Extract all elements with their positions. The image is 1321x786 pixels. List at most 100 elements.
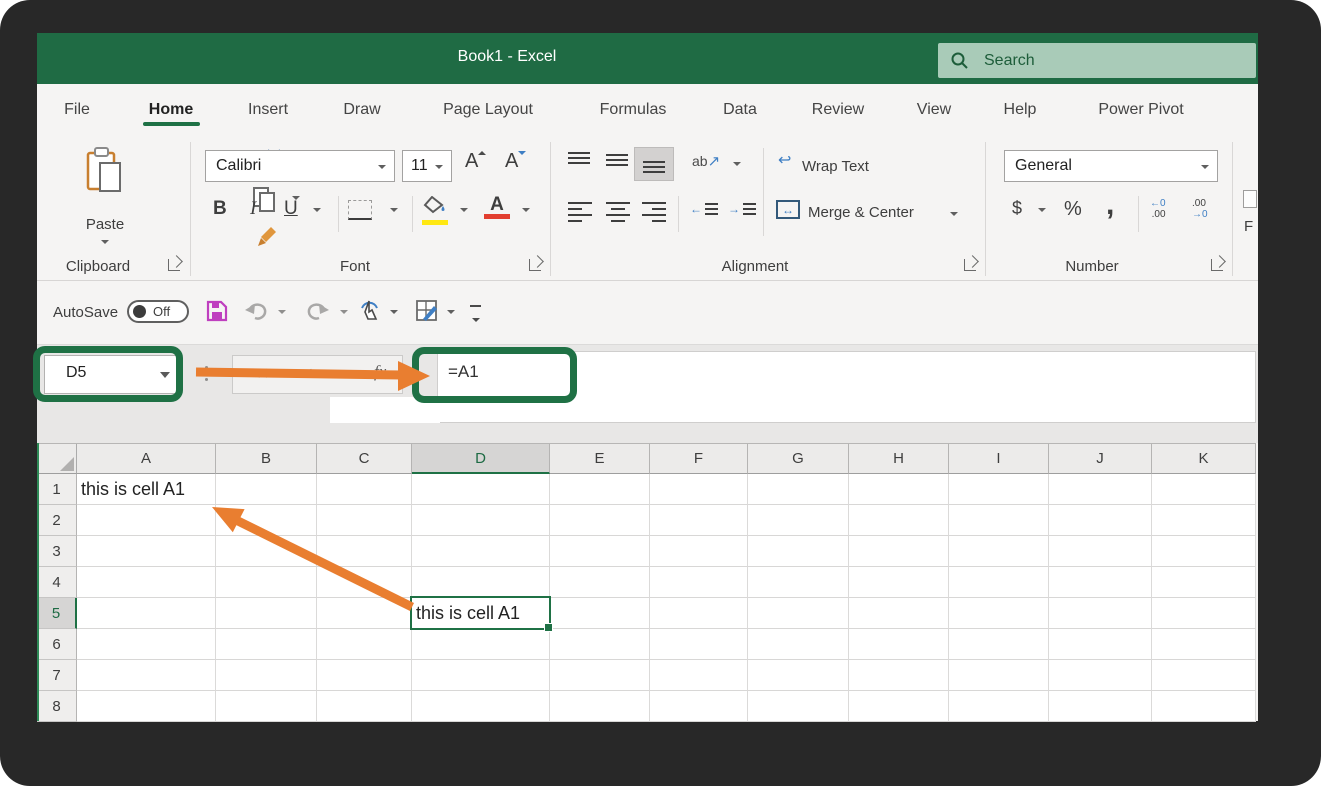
cell-D3[interactable] (412, 536, 550, 567)
cell-B2[interactable] (216, 505, 317, 536)
orientation-button[interactable]: ab↗ (692, 152, 720, 171)
font-size-combo[interactable]: 11 (402, 150, 452, 182)
cell-D8[interactable] (412, 691, 550, 722)
percent-button[interactable]: % (1064, 198, 1082, 221)
align-center-button[interactable] (606, 202, 630, 222)
cell-F6[interactable] (650, 629, 748, 660)
grow-font-button[interactable]: A (465, 150, 486, 173)
fill-color-button[interactable] (422, 196, 448, 225)
touch-mouse-mode-button[interactable] (358, 297, 382, 328)
cell-F3[interactable] (650, 536, 748, 567)
column-header-E[interactable]: E (550, 444, 650, 474)
cell-B3[interactable] (216, 536, 317, 567)
cell-H5[interactable] (849, 598, 949, 629)
draw-table-dropdown-icon[interactable] (447, 310, 455, 314)
tab-review[interactable]: Review (812, 101, 864, 119)
cell-B7[interactable] (216, 660, 317, 691)
cell-J6[interactable] (1049, 629, 1152, 660)
comma-style-button[interactable]: , (1106, 188, 1114, 222)
paste-dropdown-icon[interactable] (101, 240, 109, 244)
cell-C2[interactable] (317, 505, 412, 536)
cell-D6[interactable] (412, 629, 550, 660)
column-header-F[interactable]: F (650, 444, 748, 474)
tab-page-layout[interactable]: Page Layout (443, 101, 533, 119)
cell-H2[interactable] (849, 505, 949, 536)
cell-F2[interactable] (650, 505, 748, 536)
cell-F7[interactable] (650, 660, 748, 691)
decrease-indent-button[interactable]: ← (690, 202, 718, 216)
undo-button[interactable] (243, 300, 269, 327)
fill-color-dropdown-icon[interactable] (460, 208, 468, 212)
cell-J5[interactable] (1049, 598, 1152, 629)
align-left-button[interactable] (568, 202, 592, 222)
cell-A4[interactable] (77, 567, 216, 598)
cell-A3[interactable] (77, 536, 216, 567)
cell-K8[interactable] (1152, 691, 1256, 722)
cell-H8[interactable] (849, 691, 949, 722)
tab-view[interactable]: View (917, 101, 951, 119)
touch-mode-dropdown-icon[interactable] (390, 310, 398, 314)
merge-center-dropdown-icon[interactable] (950, 212, 958, 216)
column-header-D[interactable]: D (412, 444, 550, 474)
cell-B4[interactable] (216, 567, 317, 598)
cell-K5[interactable] (1152, 598, 1256, 629)
top-align-button[interactable] (568, 152, 590, 168)
bottom-align-button-active[interactable] (634, 147, 674, 181)
insert-function-button[interactable]: fx (374, 362, 386, 382)
align-right-button[interactable] (642, 202, 666, 222)
cell-H4[interactable] (849, 567, 949, 598)
tab-home[interactable]: Home (149, 101, 193, 119)
cell-J7[interactable] (1049, 660, 1152, 691)
increase-decimal-button[interactable]: ←0 .00 (1150, 198, 1166, 220)
cell-H3[interactable] (849, 536, 949, 567)
cell-A6[interactable] (77, 629, 216, 660)
cell-G8[interactable] (748, 691, 849, 722)
cell-I6[interactable] (949, 629, 1049, 660)
cell-C7[interactable] (317, 660, 412, 691)
shrink-font-button[interactable]: A (505, 150, 526, 173)
cell-I3[interactable] (949, 536, 1049, 567)
tab-file[interactable]: File (64, 101, 90, 119)
fill-handle[interactable] (544, 623, 553, 632)
alignment-dialog-launcher-icon[interactable] (964, 259, 976, 271)
cell-I5[interactable] (949, 598, 1049, 629)
cell-I8[interactable] (949, 691, 1049, 722)
column-header-B[interactable]: B (216, 444, 317, 474)
cell-E3[interactable] (550, 536, 650, 567)
tab-help[interactable]: Help (1004, 101, 1037, 119)
cell-F1[interactable] (650, 474, 748, 505)
row-header-6[interactable]: 6 (37, 629, 77, 660)
cell-G3[interactable] (748, 536, 849, 567)
cell-I1[interactable] (949, 474, 1049, 505)
merge-center-label[interactable]: Merge & Center (808, 204, 914, 221)
cell-C6[interactable] (317, 629, 412, 660)
cell-J8[interactable] (1049, 691, 1152, 722)
decrease-decimal-button[interactable]: .00 →0 (1192, 198, 1208, 220)
cell-A7[interactable] (77, 660, 216, 691)
underline-button[interactable]: U (284, 198, 298, 220)
column-header-H[interactable]: H (849, 444, 949, 474)
cell-K1[interactable] (1152, 474, 1256, 505)
redo-button[interactable] (305, 300, 331, 327)
cell-J4[interactable] (1049, 567, 1152, 598)
row-header-4[interactable]: 4 (37, 567, 77, 598)
cell-C5[interactable] (317, 598, 412, 629)
cancel-button[interactable]: ✕ (256, 364, 269, 384)
format-painter-button[interactable] (256, 224, 280, 253)
clipboard-dialog-launcher-icon[interactable] (168, 259, 180, 271)
cell-A1[interactable]: this is cell A1 (77, 474, 216, 505)
cell-I7[interactable] (949, 660, 1049, 691)
row-header-2[interactable]: 2 (37, 505, 77, 536)
cell-E5[interactable] (550, 598, 650, 629)
cell-A2[interactable] (77, 505, 216, 536)
cell-A8[interactable] (77, 691, 216, 722)
column-header-K[interactable]: K (1152, 444, 1256, 474)
cell-D7[interactable] (412, 660, 550, 691)
increase-indent-button[interactable]: → (728, 202, 756, 216)
cell-H6[interactable] (849, 629, 949, 660)
column-header-I[interactable]: I (949, 444, 1049, 474)
currency-dropdown-icon[interactable] (1038, 208, 1046, 212)
cell-K3[interactable] (1152, 536, 1256, 567)
font-dialog-launcher-icon[interactable] (529, 259, 541, 271)
column-header-C[interactable]: C (317, 444, 412, 474)
